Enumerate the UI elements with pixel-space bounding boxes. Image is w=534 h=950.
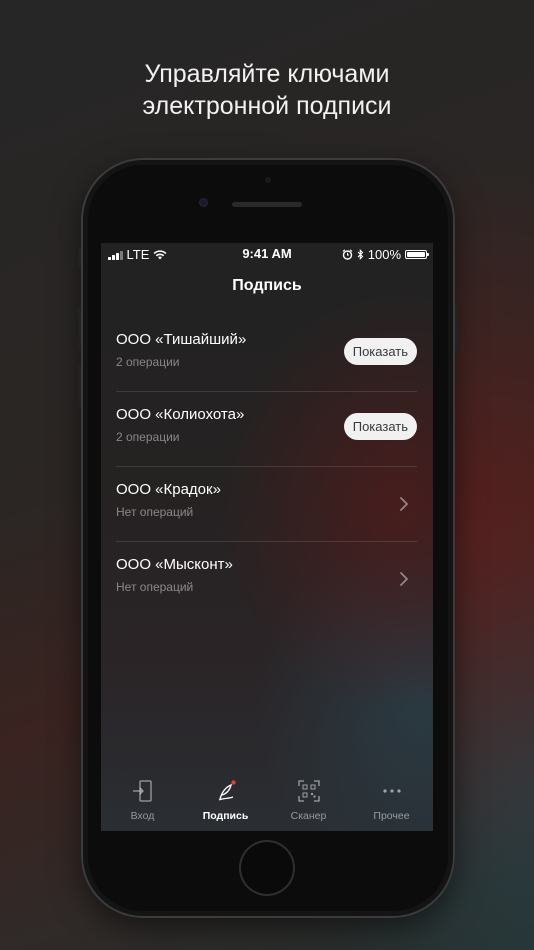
tab-label: Вход (130, 810, 155, 822)
front-camera (199, 198, 208, 207)
organization-list: ООО «Тишайший» 2 операции Показать ООО «… (116, 317, 417, 616)
organization-name: ООО «Крадок» (116, 481, 221, 498)
promo-headline: Управляйте ключами электронной подписи (0, 58, 534, 122)
alarm-icon (342, 249, 353, 260)
show-button[interactable]: Показать (343, 413, 417, 440)
show-button[interactable]: Показать (343, 338, 417, 365)
bluetooth-icon (357, 249, 364, 260)
tab-label: Сканер (290, 810, 327, 822)
tab-signature[interactable]: Подпись (184, 771, 267, 831)
list-item[interactable]: ООО «Мысконт» Нет операций (116, 542, 417, 616)
tab-label: Прочее (373, 810, 410, 822)
list-item[interactable]: ООО «Колиохота» 2 операции Показать (116, 392, 417, 467)
more-icon (383, 789, 401, 793)
page-title: Подпись (232, 277, 302, 294)
operations-count: 2 операции (116, 355, 180, 369)
tab-more[interactable]: Прочее (350, 771, 433, 831)
signature-pen-icon (218, 780, 236, 801)
headline-line-2: электронной подписи (142, 92, 392, 120)
battery-percent: 100% (367, 247, 401, 262)
organization-name: ООО «Колиохота» (116, 406, 245, 423)
power-button (455, 303, 458, 351)
status-bar: LTE 9:41 AM 100% (101, 243, 433, 263)
chevron-right-icon (400, 572, 408, 586)
list-item[interactable]: ООО «Крадок» Нет операций (116, 467, 417, 542)
home-button[interactable] (241, 842, 293, 894)
organization-name: ООО «Тишайший» (116, 331, 247, 348)
headline-line-1: Управляйте ключами (144, 60, 390, 88)
volume-down-button (78, 364, 81, 408)
operations-count: Нет операций (116, 580, 194, 594)
login-icon (133, 780, 152, 802)
tab-scanner[interactable]: Сканер (267, 771, 350, 831)
app-screen: LTE 9:41 AM 100% Подпись ООО «Тишайший» … (101, 243, 433, 831)
proximity-sensor (265, 177, 271, 183)
tab-label: Подпись (202, 810, 249, 822)
chevron-right-icon (400, 497, 408, 511)
operations-count: 2 операции (116, 430, 180, 444)
list-item[interactable]: ООО «Тишайший» 2 операции Показать (116, 317, 417, 392)
earpiece-speaker (232, 202, 302, 207)
qr-scanner-icon (298, 780, 320, 802)
phone-frame: LTE 9:41 AM 100% Подпись ООО «Тишайший» … (78, 158, 458, 918)
organization-name: ООО «Мысконт» (116, 556, 233, 573)
tab-bar: Вход Подпись Сканер Прочее (101, 771, 433, 831)
tab-login[interactable]: Вход (101, 771, 184, 831)
mute-switch (78, 248, 81, 268)
volume-up-button (78, 306, 81, 350)
battery-icon (405, 250, 429, 259)
operations-count: Нет операций (116, 505, 194, 519)
